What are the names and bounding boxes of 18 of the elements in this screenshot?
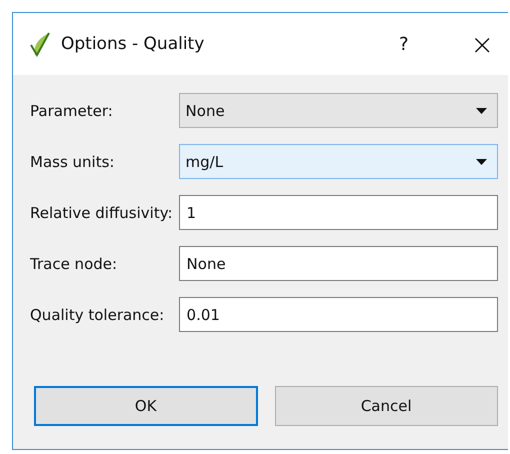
field-label: Relative diffusivity: [30,204,173,222]
dialog-button[interactable]: OK [34,386,258,426]
field-label: Quality tolerance: [30,306,166,324]
dropdown[interactable]: mg/L [178,144,498,179]
dialog-button[interactable]: Cancel [274,386,498,426]
field-label: Parameter: [30,102,114,120]
caret-icon [476,108,487,114]
close-button[interactable]: × [470,28,494,60]
field-label: Mass units: [30,152,116,170]
dropdown[interactable]: None [178,93,498,128]
app-icon [29,31,51,57]
window-title: Options - Quality [61,34,206,54]
input-field[interactable]: None [178,246,498,281]
input-field[interactable]: 0.01 [178,297,498,332]
help-button[interactable]: ? [398,34,409,54]
input-field[interactable]: 1 [178,195,498,230]
caret-icon [476,158,487,164]
field-label: Trace node: [30,254,118,272]
